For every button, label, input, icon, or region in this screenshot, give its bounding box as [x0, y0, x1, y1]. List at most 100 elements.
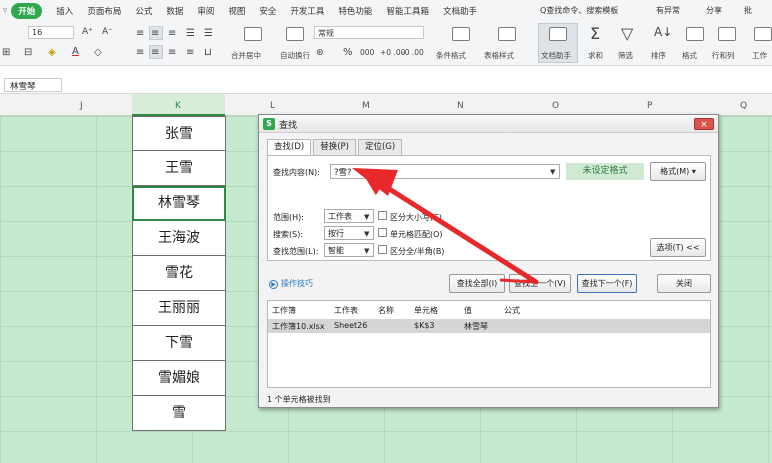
border-icon[interactable]: ⊞ [2, 47, 10, 58]
dialog-titlebar[interactable]: S 查找 × [259, 115, 718, 133]
find-what-input[interactable]: ?雪? [330, 164, 560, 179]
align-right-icon[interactable]: ≡ [168, 47, 176, 58]
cell-k6[interactable]: 王丽丽 [132, 291, 226, 326]
column-header-q[interactable]: Q [740, 101, 747, 111]
match-cell-checkbox[interactable] [378, 228, 387, 237]
header-value[interactable]: 值 [464, 305, 472, 316]
tab-data[interactable]: 数据 [166, 5, 183, 17]
tab-features[interactable]: 特色功能 [338, 5, 372, 17]
tab-find[interactable]: 查找(D) [267, 139, 312, 156]
cell-k1[interactable]: 张雪 [132, 116, 226, 151]
font-color-icon[interactable]: A [72, 46, 79, 57]
tab-review[interactable]: 审阅 [197, 5, 214, 17]
tab-replace[interactable]: 替换(P) [313, 139, 356, 155]
sort-label[interactable]: 排序 [651, 50, 666, 61]
find-history-dropdown-icon[interactable]: ▼ [550, 168, 555, 176]
wrap-text-label[interactable]: 自动换行 [280, 50, 310, 61]
tab-page-layout[interactable]: 页面布局 [87, 5, 121, 17]
shrink-font-icon[interactable]: A⁻ [102, 27, 113, 37]
find-next-button[interactable]: 查找下一个(F) [577, 274, 637, 293]
header-sheet[interactable]: 工作表 [334, 305, 358, 316]
distribute-icon[interactable]: ⊔ [204, 47, 212, 58]
cell-k9[interactable]: 雪 [132, 396, 226, 431]
tab-insert[interactable]: 插入 [56, 5, 73, 17]
rows-columns-icon[interactable] [718, 27, 736, 41]
indent-icon[interactable]: ☰ [186, 28, 195, 39]
sort-icon[interactable]: A↓ [654, 25, 672, 39]
cell-k7[interactable]: 下雪 [132, 326, 226, 361]
format-label[interactable]: 格式 [682, 50, 697, 61]
cell-k8[interactable]: 雪媚娘 [132, 361, 226, 396]
find-previous-button[interactable]: 查找上一个(V) [509, 274, 571, 293]
column-header-m[interactable]: M [362, 101, 370, 111]
column-header-k[interactable]: K [175, 101, 181, 111]
header-cell[interactable]: 单元格 [414, 305, 438, 316]
justify-icon[interactable]: ≡ [186, 47, 194, 58]
column-header-o[interactable]: O [552, 101, 559, 111]
header-workbook[interactable]: 工作簿 [272, 305, 296, 316]
cell-k4[interactable]: 王海波 [132, 221, 226, 256]
column-header-j[interactable]: J [80, 101, 83, 111]
column-header-l[interactable]: L [270, 101, 275, 111]
align-top-icon[interactable]: ≡ [136, 28, 144, 39]
merge-center-icon[interactable] [244, 27, 262, 41]
width-sensitive-checkbox[interactable] [378, 245, 387, 254]
tab-security[interactable]: 安全 [259, 5, 276, 17]
tab-view[interactable]: 视图 [228, 5, 245, 17]
filter-label[interactable]: 筛选 [618, 50, 633, 61]
menu-dropdown-icon[interactable]: ▿ [3, 6, 7, 16]
grow-font-icon[interactable]: A⁺ [82, 27, 93, 37]
command-search[interactable]: Q查找命令、搜索模板 [540, 5, 618, 16]
align-bottom-icon[interactable]: ≡ [168, 28, 176, 39]
options-button[interactable]: 选项(T) << [650, 238, 706, 257]
match-case-checkbox[interactable] [378, 211, 387, 220]
worksheet-icon[interactable] [754, 27, 772, 41]
table-row[interactable]: 工作簿10.xlsx Sheet26 $K$3 林雪琴 [268, 319, 710, 333]
column-header-p[interactable]: P [647, 101, 652, 111]
table-style-label[interactable]: 表格样式 [484, 50, 514, 61]
sum-label[interactable]: 求和 [588, 50, 603, 61]
dialog-close-button[interactable]: × [694, 118, 714, 130]
tab-goto[interactable]: 定位(G) [357, 139, 403, 155]
fill-color-icon[interactable]: ◈ [48, 47, 56, 58]
filter-icon[interactable]: ▽ [621, 24, 633, 43]
cell-k3-selected[interactable]: 林雪琴 [132, 186, 226, 221]
align-left-icon[interactable]: ≡ [136, 47, 144, 58]
format-icon[interactable] [686, 27, 704, 41]
currency-icon[interactable]: ⊛ [316, 48, 324, 58]
cell-style-icon[interactable]: ⊟ [24, 47, 32, 58]
conditional-format-label[interactable]: 条件格式 [436, 50, 466, 61]
comment-button[interactable]: 批 [744, 5, 752, 16]
tab-smart-toolbox[interactable]: 智能工具箱 [386, 5, 429, 17]
find-all-button[interactable]: 查找全部(I) [449, 274, 505, 293]
header-name[interactable]: 名称 [378, 305, 394, 316]
cell-k5[interactable]: 雪花 [132, 256, 226, 291]
column-header-n[interactable]: N [457, 101, 464, 111]
number-format-select[interactable]: 常规 [314, 26, 424, 39]
rows-columns-label[interactable]: 行和列 [712, 50, 735, 61]
formula-input[interactable]: 林雪琴 [4, 78, 62, 92]
tab-developer[interactable]: 开发工具 [290, 5, 324, 17]
clear-icon[interactable]: ◇ [94, 47, 102, 58]
thousand-separator-button[interactable]: 000 [360, 48, 374, 57]
tab-home[interactable]: 开始 [11, 3, 43, 19]
decrease-decimal-button[interactable]: -0 .00 [402, 48, 424, 57]
close-button[interactable]: 关闭 [657, 274, 711, 293]
font-size-select[interactable]: 16 [28, 26, 74, 39]
header-formula[interactable]: 公式 [504, 305, 520, 316]
wrap-text-icon[interactable] [286, 27, 304, 41]
sum-icon[interactable]: Σ [590, 24, 600, 43]
merge-center-label[interactable]: 合并居中 [231, 50, 261, 61]
tips-link[interactable]: ▶ 操作技巧 [269, 278, 313, 289]
format-button[interactable]: 格式(M) ▾ [650, 162, 706, 181]
worksheet-label[interactable]: 工作 [752, 50, 767, 61]
tab-formulas[interactable]: 公式 [135, 5, 152, 17]
table-style-icon[interactable] [498, 27, 516, 41]
share-button[interactable]: 分享 [706, 5, 722, 16]
percent-button[interactable]: % [343, 47, 353, 58]
tab-doc-assistant[interactable]: 文档助手 [443, 5, 477, 17]
anomaly-button[interactable]: 有异常 [656, 5, 680, 16]
cell-k2[interactable]: 王雪 [132, 151, 226, 186]
conditional-format-icon[interactable] [452, 27, 470, 41]
outdent-icon[interactable]: ☰ [204, 28, 213, 39]
